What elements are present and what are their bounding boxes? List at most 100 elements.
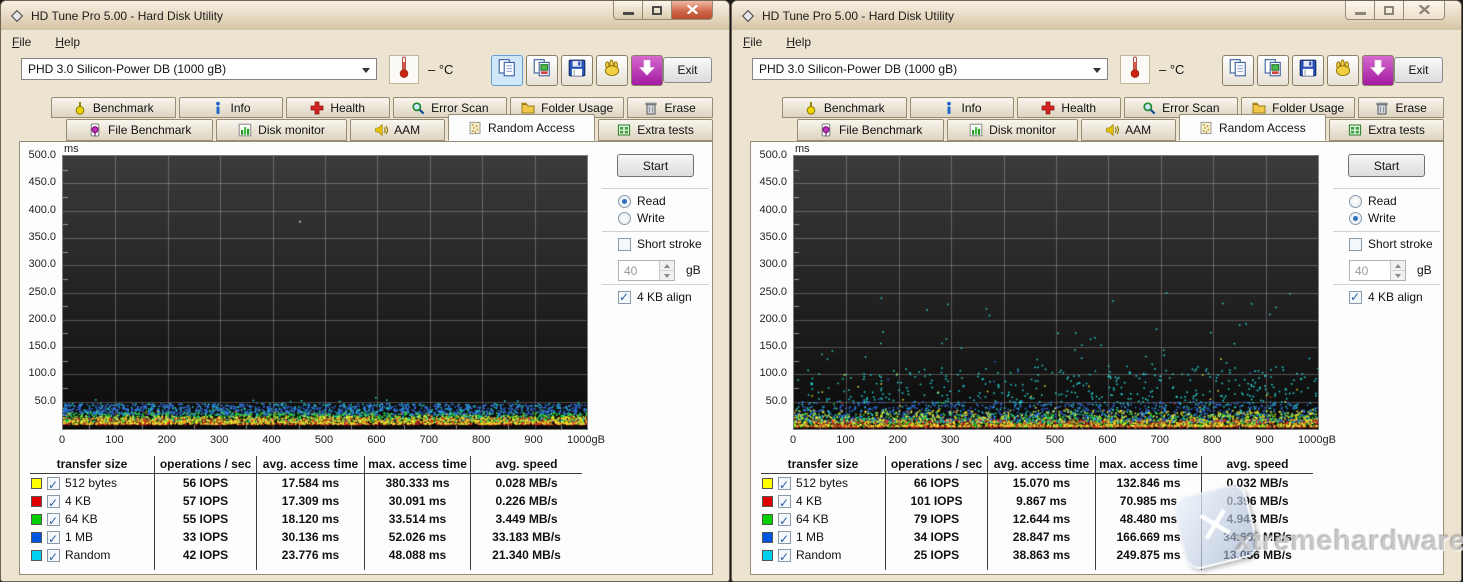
tab-benchmark[interactable]: Benchmark (51, 97, 176, 118)
write-radio-row[interactable]: Write (1349, 211, 1396, 225)
options-button[interactable] (596, 55, 628, 86)
y-tick-label: 50.0 (766, 395, 787, 407)
minimize-button[interactable] (613, 1, 643, 20)
maximize-button[interactable] (642, 1, 672, 20)
series-checkbox[interactable] (47, 549, 60, 562)
series-checkbox[interactable] (47, 477, 60, 490)
exit-button[interactable]: Exit (663, 57, 712, 83)
short-stroke-row[interactable]: Short stroke (1349, 237, 1433, 251)
align-checkbox[interactable] (1349, 291, 1362, 304)
exit-button[interactable]: Exit (1394, 57, 1443, 83)
table-footer-spacer (154, 564, 256, 570)
minimize-button[interactable] (1345, 1, 1375, 20)
tab-health[interactable]: Health (1017, 97, 1121, 118)
value-cell: 55 IOPS (154, 510, 256, 528)
series-checkbox[interactable] (778, 549, 791, 562)
tab-erase[interactable]: Erase (1358, 97, 1444, 118)
options-button[interactable] (1327, 55, 1359, 86)
tab-label: Erase (664, 101, 695, 115)
title-bar[interactable]: HD Tune Pro 5.00 - Hard Disk Utility (732, 1, 1461, 30)
table-row-label-cell: 1 MB (30, 528, 154, 546)
align-row[interactable]: 4 KB align (618, 290, 692, 304)
tab-file-benchmark[interactable]: File Benchmark (797, 119, 944, 141)
maximize-button[interactable] (1374, 1, 1404, 20)
y-tick-label: 50.0 (35, 395, 56, 407)
tab-disk-monitor[interactable]: Disk monitor (947, 119, 1077, 141)
copy-screenshot-button[interactable] (526, 55, 558, 86)
tab-disk-monitor[interactable]: Disk monitor (216, 119, 346, 141)
tab-aam[interactable]: AAM (350, 119, 445, 141)
y-tick-label: 250.0 (759, 286, 787, 298)
stroke-size-spinner[interactable]: 40 (1349, 260, 1406, 281)
save-icon (567, 58, 587, 83)
short-stroke-checkbox[interactable] (618, 238, 631, 251)
drive-select[interactable]: PHD 3.0 Silicon-Power DB (1000 gB) (752, 58, 1108, 80)
tab-benchmark[interactable]: Benchmark (782, 97, 907, 118)
series-checkbox[interactable] (47, 495, 60, 508)
spinner-arrows[interactable] (659, 261, 674, 280)
spin-down-icon[interactable] (1391, 271, 1405, 280)
tab-info[interactable]: Info (910, 97, 1014, 118)
menu-help[interactable]: Help (786, 35, 811, 49)
short-stroke-row[interactable]: Short stroke (618, 237, 702, 251)
short-stroke-checkbox[interactable] (1349, 238, 1362, 251)
series-checkbox[interactable] (778, 531, 791, 544)
table-row-label-cell: Random (761, 546, 885, 564)
spinner-arrows[interactable] (1390, 261, 1405, 280)
write-radio[interactable] (618, 212, 631, 225)
copy-text-button[interactable] (491, 55, 523, 86)
separator (1333, 231, 1440, 232)
read-radio[interactable] (1349, 195, 1362, 208)
series-checkbox[interactable] (47, 531, 60, 544)
spin-up-icon[interactable] (1391, 261, 1405, 271)
series-checkbox[interactable] (778, 513, 791, 526)
tab-info[interactable]: Info (179, 97, 283, 118)
tab-label: AAM (394, 123, 420, 137)
stroke-size-spinner[interactable]: 40 (618, 260, 675, 281)
transfer-size-label: Random (65, 546, 110, 564)
series-checkbox[interactable] (47, 513, 60, 526)
temperature-button[interactable] (1120, 55, 1150, 84)
read-radio[interactable] (618, 195, 631, 208)
tab-health[interactable]: Health (286, 97, 390, 118)
menu-file[interactable]: File (743, 35, 762, 49)
close-button[interactable] (671, 1, 713, 20)
write-radio-row[interactable]: Write (618, 211, 665, 225)
save-screenshot-button[interactable] (1292, 55, 1324, 86)
save-screenshot-button[interactable] (561, 55, 593, 86)
tab-erase[interactable]: Erase (627, 97, 713, 118)
spin-up-icon[interactable] (660, 261, 674, 271)
copy-screenshot-button[interactable] (1257, 55, 1289, 86)
drive-select[interactable]: PHD 3.0 Silicon-Power DB (1000 gB) (21, 58, 377, 80)
tab-aam[interactable]: AAM (1081, 119, 1176, 141)
download-button[interactable] (1362, 55, 1394, 86)
benchmark-icon (73, 101, 87, 115)
menu-file[interactable]: File (12, 35, 31, 49)
title-bar[interactable]: HD Tune Pro 5.00 - Hard Disk Utility (1, 1, 729, 30)
read-radio-row[interactable]: Read (1349, 194, 1397, 208)
start-button[interactable]: Start (617, 154, 694, 177)
y-axis-labels: 500.0450.0400.0350.0300.0250.0200.0150.0… (751, 155, 789, 428)
series-checkbox[interactable] (778, 495, 791, 508)
tab-random-access[interactable]: Random Access (1179, 114, 1326, 141)
scatter-plot-canvas (63, 156, 587, 429)
download-button[interactable] (631, 55, 663, 86)
start-button[interactable]: Start (1348, 154, 1425, 177)
close-button[interactable] (1403, 1, 1445, 20)
transfer-size-label: 4 KB (65, 492, 91, 510)
align-checkbox[interactable] (618, 291, 631, 304)
read-radio-row[interactable]: Read (618, 194, 666, 208)
tab-extra-tests[interactable]: Extra tests (1329, 119, 1444, 141)
tab-extra-tests[interactable]: Extra tests (598, 119, 713, 141)
value-cell: 15.070 ms (987, 474, 1095, 492)
series-checkbox[interactable] (778, 477, 791, 490)
align-row[interactable]: 4 KB align (1349, 290, 1423, 304)
write-radio[interactable] (1349, 212, 1362, 225)
tab-file-benchmark[interactable]: File Benchmark (66, 119, 213, 141)
menu-help[interactable]: Help (55, 35, 80, 49)
temperature-button[interactable] (389, 55, 419, 84)
value-cell: 28.847 ms (987, 528, 1095, 546)
copy-text-button[interactable] (1222, 55, 1254, 86)
spin-down-icon[interactable] (660, 271, 674, 280)
tab-random-access[interactable]: Random Access (448, 114, 595, 141)
